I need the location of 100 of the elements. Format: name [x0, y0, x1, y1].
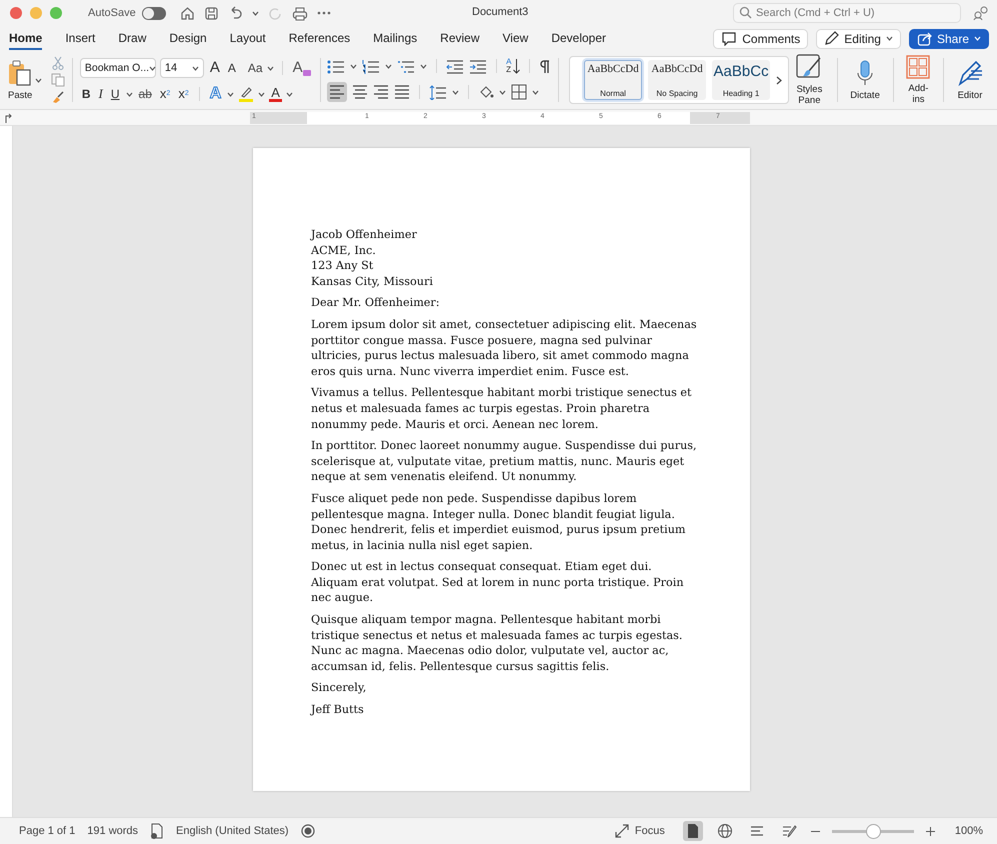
comments-button[interactable]: Comments: [713, 28, 808, 48]
closing: Sincerely,: [311, 680, 368, 696]
body-paragraph: Lorem ipsum dolor sit amet, consectetuer adipiscing elit. Maecenas porttitor congue massa. Fusce posuere, magna sed pulvinar ultricies, purus lectus malesuada libero, sit amet commodo magna eros quis urna. Nunc viverra imperdiet enim. Fusce est.: [311, 316, 698, 380]
sort-button[interactable]: A Z: [506, 58, 520, 74]
caret-icon[interactable]: [126, 92, 133, 96]
grow-font-button[interactable]: A: [208, 60, 222, 76]
pencil-icon: [824, 31, 840, 46]
strikethrough-button[interactable]: ab: [136, 86, 154, 102]
caret-icon[interactable]: [385, 64, 392, 68]
superscript-button[interactable]: x$^{2}$: [176, 86, 191, 102]
ribbon-tab[interactable]: Mailings: [373, 27, 418, 50]
search-field[interactable]: Search (Cmd + Ctrl + U): [733, 3, 961, 23]
font-size-field[interactable]: 14: [160, 58, 204, 78]
italic-button[interactable]: I: [96, 86, 105, 102]
home-icon[interactable]: [180, 6, 195, 20]
ribbon-tab[interactable]: Draw: [118, 27, 146, 50]
ribbon-tab[interactable]: Developer: [551, 27, 606, 50]
document-check-icon[interactable]: [150, 823, 164, 839]
caret-icon[interactable]: [149, 66, 156, 70]
align-center-icon[interactable]: [352, 84, 368, 100]
focus-button[interactable]: Focus: [614, 824, 665, 838]
ribbon-tab[interactable]: Review: [440, 27, 480, 50]
print-layout-icon[interactable]: [682, 821, 703, 841]
decrease-indent-icon[interactable]: [446, 58, 464, 74]
caret-icon[interactable]: [35, 78, 42, 82]
style-option[interactable]: AaBbCcDd Normal: [584, 60, 642, 100]
address-line: ACME, Inc.: [311, 242, 377, 258]
borders-icon[interactable]: [511, 84, 528, 100]
paintbrush-icon: [796, 54, 822, 80]
caret-icon[interactable]: [258, 92, 266, 96]
styles-pane-button[interactable]: Styles Pane: [795, 54, 824, 106]
editor-button[interactable]: Editor: [956, 60, 983, 100]
share-icon: [916, 31, 932, 46]
ribbon-tab[interactable]: References: [288, 27, 350, 50]
zoom-level[interactable]: 100%: [954, 825, 983, 837]
comment-icon: [721, 31, 738, 46]
ribbon-tab[interactable]: View: [502, 27, 528, 50]
ribbon-tab[interactable]: Insert: [65, 27, 96, 50]
style-option[interactable]: AaBbCcDd No Spacing: [648, 60, 706, 100]
bold-button[interactable]: B: [80, 86, 93, 102]
justify-icon[interactable]: [394, 84, 410, 100]
zoom-in-icon[interactable]: [926, 826, 935, 836]
add-ins-button[interactable]: Add-ins: [906, 55, 930, 105]
paint-bucket-icon[interactable]: [478, 84, 494, 100]
caret-icon[interactable]: [252, 10, 259, 16]
change-case-button[interactable]: Aa: [248, 61, 263, 75]
underline-button[interactable]: U: [108, 86, 122, 102]
grid-icon: [906, 55, 930, 79]
shrink-font-button[interactable]: A: [226, 60, 238, 76]
multilevel-list-icon[interactable]: [397, 58, 416, 74]
increase-indent-icon[interactable]: [469, 58, 488, 74]
caret-icon[interactable]: [286, 92, 293, 96]
editing-button[interactable]: Editing: [816, 28, 901, 48]
caret-icon[interactable]: [452, 90, 460, 94]
language-label[interactable]: English (United States): [176, 825, 289, 837]
align-left-icon[interactable]: [327, 82, 348, 102]
autosave-toggle[interactable]: [142, 6, 166, 20]
address-line: Kansas City, Missouri: [311, 274, 434, 290]
numbering-icon[interactable]: [362, 58, 380, 74]
ribbon-tab[interactable]: Design: [169, 27, 207, 50]
tab-stop-icon[interactable]: [4, 112, 12, 122]
eraser-icon: [302, 70, 311, 76]
caret-icon[interactable]: [192, 66, 199, 70]
save-icon[interactable]: [204, 6, 219, 20]
caret-icon[interactable]: [227, 92, 234, 96]
body-paragraph: In porttitor. Donec laoreet nonummy augue. Suspendisse dui purus, scelerisque at, vulputate vitae, pretium mattis, nunc. Mauris eget neque at sem venenatis eleifend. Ut nonummy.: [311, 438, 698, 485]
clear-formatting-button[interactable]: A: [290, 60, 313, 76]
paintbrush-icon[interactable]: [51, 90, 66, 104]
caret-icon[interactable]: [420, 64, 428, 68]
pilcrow-icon[interactable]: [538, 58, 550, 74]
body-paragraph: Vivamus a tellus. Pellentesque habitant morbi tristique senectus et netus et malesuada fames ac turpis egestas. Proin pharetra nonummy pede. Mauris et orci. Aenean nec lorem.: [311, 385, 693, 432]
paste-button[interactable]: Paste: [8, 60, 32, 100]
word-count[interactable]: 191 words: [87, 825, 138, 837]
caret-icon[interactable]: [886, 36, 893, 41]
page-count[interactable]: Page 1 of 1: [19, 825, 76, 837]
more-icon[interactable]: [316, 11, 331, 15]
body-paragraph: Quisque aliquam tempor magna. Pellentesque habitant morbi tristique senectus et netus et malesuada fames ac turpis egestas. Nunc ac magna. Maecenas odio dolor, vulputate vel, auctor ac, accumsan id, felis. Pellentesque cursus sagittis felis.: [311, 612, 684, 674]
chevron-right-icon[interactable]: [776, 76, 782, 84]
ribbon-tab[interactable]: Layout: [230, 27, 266, 50]
bullets-icon[interactable]: [327, 58, 346, 74]
caret-icon[interactable]: [266, 66, 274, 70]
salutation: Dear Mr. Offenheimer:: [311, 295, 441, 311]
window-control-icon[interactable]: [10, 7, 22, 19]
print-icon[interactable]: [292, 6, 308, 20]
font-name-field[interactable]: Bookman O...: [80, 58, 156, 78]
search-icon: [739, 6, 752, 19]
highlighter-icon[interactable]: [238, 86, 254, 102]
expand-icon: [614, 824, 629, 838]
record-icon[interactable]: [300, 824, 315, 838]
style-option[interactable]: AaBbCc Heading 1: [712, 60, 770, 100]
align-right-icon[interactable]: [373, 84, 390, 100]
window-title: Document3: [472, 6, 528, 18]
caret-icon[interactable]: [499, 90, 506, 94]
font-color-button[interactable]: A: [269, 86, 282, 102]
people-icon[interactable]: [973, 5, 989, 21]
caret-icon[interactable]: [532, 90, 540, 94]
line-spacing-icon[interactable]: [429, 84, 448, 100]
dictate-button[interactable]: Dictate: [850, 60, 880, 100]
share-button[interactable]: Share: [908, 28, 989, 48]
caret-icon[interactable]: [350, 64, 358, 68]
